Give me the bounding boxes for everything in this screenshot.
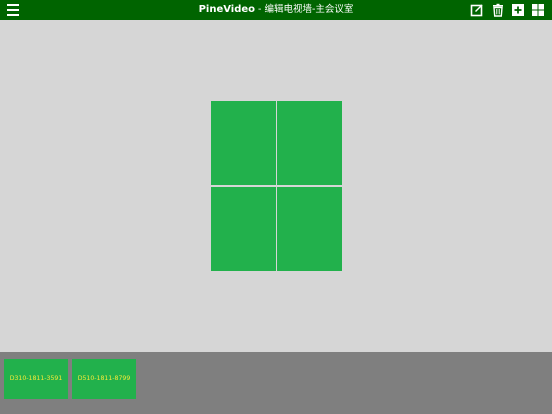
device-tile[interactable]: D310-1811-3591 [4, 359, 68, 399]
grid-layout-icon[interactable] [531, 3, 545, 17]
device-tray: D310-1811-3591 D510-1811-8799 [0, 352, 552, 414]
wall-screen-1[interactable] [211, 101, 276, 185]
video-wall-grid [211, 101, 342, 271]
app-name: PineVideo [198, 4, 256, 15]
page-title-text: 编辑电视墙-主会议室 [264, 4, 354, 15]
add-icon[interactable] [511, 3, 525, 17]
menu-line [7, 4, 19, 6]
video-wall-canvas [0, 20, 552, 352]
hamburger-menu-icon[interactable] [7, 4, 19, 16]
wall-screen-2[interactable] [277, 101, 342, 185]
wall-screen-3[interactable] [211, 187, 276, 271]
wall-screen-4[interactable] [277, 187, 342, 271]
edit-icon[interactable] [470, 3, 484, 17]
top-bar: PineVideo - 编辑电视墙-主会议室 [0, 0, 552, 20]
trash-icon[interactable] [491, 3, 505, 17]
menu-line [7, 9, 19, 11]
title-separator: - [258, 4, 262, 15]
menu-line [7, 14, 19, 16]
device-tile[interactable]: D510-1811-8799 [72, 359, 136, 399]
